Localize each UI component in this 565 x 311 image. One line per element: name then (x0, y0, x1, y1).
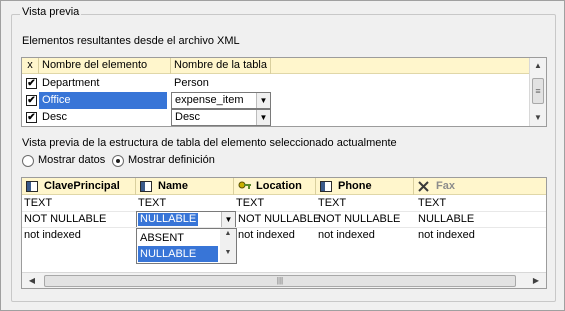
scroll-down-icon[interactable]: ▼ (530, 110, 546, 126)
column-header[interactable]: Name (136, 178, 234, 195)
elements-label: Elementos resultantes desde el archivo X… (22, 35, 240, 47)
table-name[interactable]: Person (171, 75, 271, 92)
list-item[interactable]: ✔ Desc Desc ▼ (22, 109, 530, 126)
list-item[interactable]: ✔ Department Person (22, 75, 530, 92)
table-name-combo[interactable]: Desc ▼ (171, 109, 271, 126)
row-checkbox[interactable]: ✔ (26, 78, 37, 89)
column-header[interactable]: Phone (316, 178, 414, 195)
grid-cell[interactable]: NOT NULLABLE (316, 211, 400, 227)
show-definition-radio[interactable] (112, 155, 124, 167)
show-data-radio[interactable] (22, 155, 34, 167)
column-header[interactable]: Fax (414, 178, 546, 195)
column-header[interactable]: ClavePrincipal (22, 178, 136, 195)
show-definition-label[interactable]: Mostrar definición (128, 154, 215, 166)
table-name-combo[interactable]: expense_item ▼ (171, 92, 271, 109)
header-check[interactable]: x (22, 58, 39, 74)
list-vertical-scrollbar[interactable]: ▲ ≡ ▼ (529, 58, 546, 126)
dropdown-scrollbar[interactable]: ▲ ▼ (220, 229, 236, 263)
element-name: Desc (42, 111, 68, 123)
header-table-name[interactable]: Nombre de la tabla (171, 58, 271, 74)
table-name: Desc (175, 111, 201, 123)
grid-cell[interactable]: not indexed (416, 227, 475, 243)
scroll-thumb[interactable]: ||| (44, 275, 516, 287)
row-checkbox[interactable]: ✔ (26, 95, 37, 106)
structure-grid: ClavePrincipal Name Location Phone Fax T… (21, 177, 547, 289)
grid-horizontal-scrollbar[interactable]: ◀ ||| ▶ (22, 272, 546, 288)
element-name: Department (42, 77, 100, 89)
dropdown-option[interactable]: NULLABLE (137, 245, 219, 263)
row-checkbox[interactable]: ✔ (26, 112, 37, 123)
chevron-down-icon[interactable]: ▼ (256, 93, 270, 108)
list-item[interactable]: ✔ Office expense_item ▼ (22, 92, 530, 109)
grid-header: ClavePrincipal Name Location Phone Fax (22, 178, 546, 195)
grid-cell[interactable]: TEXT (22, 195, 52, 211)
nullable-dropdown-list: ABSENT NULLABLE ▲ ▼ (136, 228, 237, 264)
grid-cell[interactable]: not indexed (316, 227, 375, 243)
scroll-right-icon[interactable]: ▶ (528, 273, 544, 288)
element-name: Office (39, 92, 167, 109)
scroll-down-icon[interactable]: ▼ (220, 249, 236, 256)
structure-label: Vista previa de la estructura de tabla d… (22, 137, 397, 149)
grid-cell[interactable]: TEXT (234, 195, 264, 211)
grid-cell[interactable]: not indexed (236, 227, 295, 243)
dropdown-option[interactable]: ABSENT (138, 230, 218, 246)
grid-cell[interactable]: not indexed (22, 227, 81, 243)
scroll-up-icon[interactable]: ▲ (220, 230, 236, 237)
chevron-down-icon[interactable]: ▼ (221, 212, 235, 227)
chevron-down-icon[interactable]: ▼ (256, 110, 270, 125)
element-list: x Nombre del elemento Nombre de la tabla… (21, 57, 547, 127)
table-name: expense_item (175, 94, 244, 106)
grid-cell[interactable]: NOT NULLABLE (236, 211, 320, 227)
header-element-name[interactable]: Nombre del elemento (39, 58, 171, 74)
scroll-up-icon[interactable]: ▲ (530, 58, 546, 74)
grid-cell[interactable]: TEXT (136, 195, 166, 211)
combo-value: NULLABLE (138, 213, 199, 226)
show-data-label[interactable]: Mostrar datos (38, 154, 105, 166)
grid-cell[interactable]: TEXT (316, 195, 346, 211)
scroll-left-icon[interactable]: ◀ (24, 273, 40, 288)
element-list-header: x Nombre del elemento Nombre de la tabla (22, 58, 530, 74)
group-title: Vista previa (20, 6, 82, 18)
window: Vista previa Elementos resultantes desde… (0, 0, 565, 311)
nullable-combo[interactable]: NULLABLE ▼ (136, 211, 236, 228)
grid-cell[interactable]: NULLABLE (416, 211, 474, 227)
scroll-thumb[interactable]: ≡ (532, 78, 544, 104)
grid-cell[interactable]: NOT NULLABLE (22, 211, 106, 227)
column-header[interactable]: Location (234, 178, 316, 195)
grid-cell[interactable]: TEXT (416, 195, 446, 211)
